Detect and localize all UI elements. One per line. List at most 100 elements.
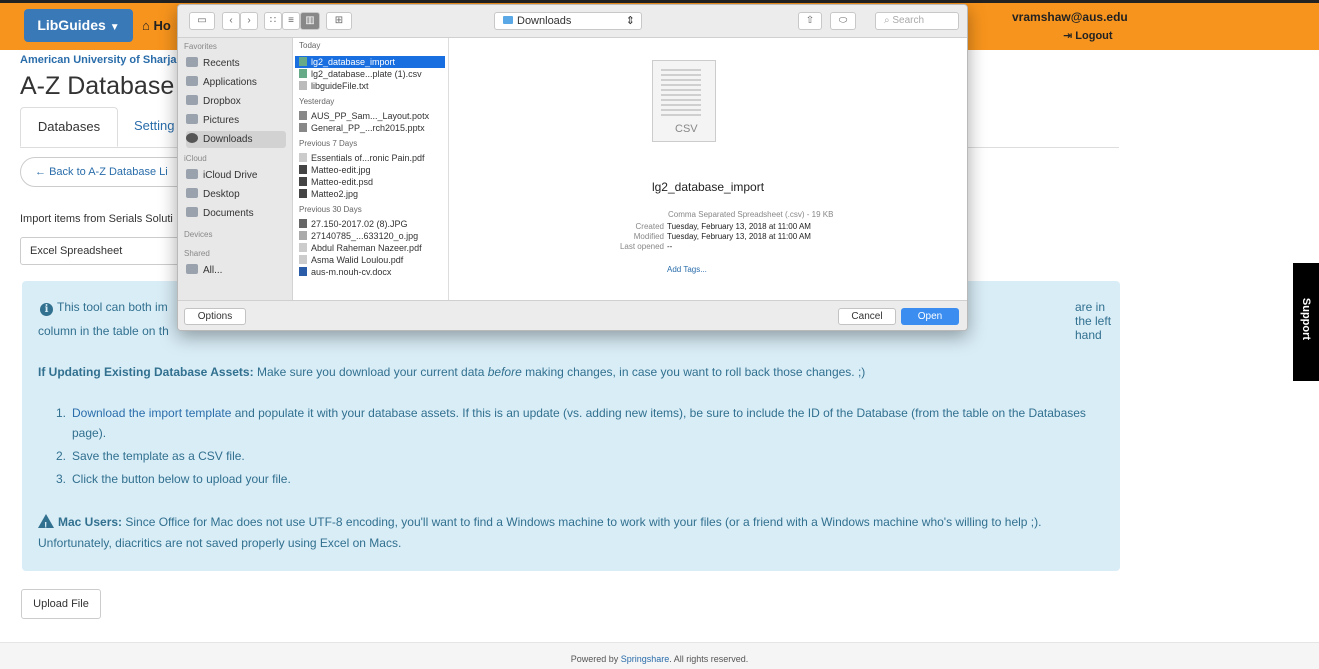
file-item[interactable]: aus-m.nouh-cv.docx [295,266,445,278]
favorites-heading: Favorites [184,42,217,51]
warning-icon: ! [38,514,54,532]
last-opened-value: -- [667,242,673,251]
open-button[interactable]: Open [901,308,959,325]
document-icon [299,111,307,120]
sidebar-item-label: All... [203,265,223,276]
step-number: 3. [56,472,67,486]
spreadsheet-icon [299,57,307,66]
search-input[interactable]: ⌕ Search [875,12,959,30]
clock-icon [186,57,198,67]
applications-icon [186,76,198,86]
file-item[interactable]: Matteo2.jpg [295,188,445,200]
upload-file-button[interactable]: Upload File [21,589,101,619]
modified-row: Modified Tuesday, February 13, 2018 at 11… [449,232,967,242]
add-tags-link[interactable]: Add Tags... [667,265,707,274]
update-text-b: making changes, in case you want to roll… [521,365,866,379]
column-view-icon[interactable]: ▥ [300,12,320,30]
logout-label: Logout [1075,30,1113,42]
image-icon [299,219,307,228]
file-label: lg2_database_import [311,57,396,67]
import-label: Import items from Serials Soluti [20,213,173,225]
modified-value: Tuesday, February 13, 2018 at 11:00 AM [667,232,811,241]
file-item[interactable]: Asma Walid Loulou.pdf [295,254,445,266]
support-label: Support [1300,297,1312,341]
file-label: General_PP_...rch2015.pptx [311,123,425,133]
group-heading: Today [299,41,321,50]
support-tab[interactable]: Support [1293,263,1319,381]
info-icon: i [40,303,53,316]
file-label: Matteo-edit.jpg [311,165,371,175]
sidebar-item-dropbox[interactable]: Dropbox [186,93,286,110]
file-label: libguideFile.txt [311,81,369,91]
home-label: Ho [153,18,171,33]
text-file-icon [299,81,307,90]
forward-icon[interactable]: › [240,12,258,30]
sidebar-item-documents[interactable]: Documents [186,205,286,222]
file-item[interactable]: 27.150-2017.02 (8).JPG [295,218,445,230]
file-item[interactable]: Matteo-edit.psd [295,176,445,188]
sidebar-toggle-icon[interactable]: ▭ [189,12,215,30]
download-template-link[interactable]: Download the import template [72,406,231,420]
gallery-view-icon[interactable]: ⊞ [326,12,352,30]
file-item[interactable]: libguideFile.txt [295,80,445,92]
pdf-icon [299,153,307,162]
file-open-dialog: ▭ ‹ › ∷ ≡ ▥ ⊞ Downloads ⇕ ⇧ ⬭ ⌕ Search Fa… [177,4,968,331]
file-item[interactable]: General_PP_...rch2015.pptx [295,122,445,134]
csv-file-icon: CSV [652,60,716,142]
sidebar-item-downloads[interactable]: Downloads [186,131,286,148]
file-label: AUS_PP_Sam..._Layout.potx [311,111,430,121]
options-button[interactable]: Options [184,308,246,325]
folder-icon [503,16,513,24]
mac-paragraph: ! Mac Users: Since Office for Mac does no… [38,512,1108,554]
tab-databases[interactable]: Databases [20,107,118,147]
brand-label: LibGuides [37,17,106,33]
file-item[interactable]: 27140785_...633120_o.jpg [295,230,445,242]
steps-list: 1. Download the import template and popul… [38,403,1108,492]
spreadsheet-icon [299,69,307,78]
folder-popup[interactable]: Downloads ⇕ [494,12,642,30]
file-item-selected[interactable]: lg2_database_import [295,56,445,68]
image-icon [299,165,307,174]
sidebar-item-label: iCloud Drive [203,170,258,181]
springshare-link[interactable]: Springshare [621,654,670,664]
footer-suffix: . All rights reserved. [669,654,749,664]
sidebar-item-applications[interactable]: Applications [186,74,286,91]
home-link[interactable]: ⌂ Ho [142,18,171,33]
share-icon[interactable]: ⇧ [798,12,822,30]
image-icon [299,231,307,240]
logout-link[interactable]: ⇥ Logout [1063,29,1113,42]
caret-down-icon: ▼ [109,22,120,33]
libguides-menu-button[interactable]: LibGuides ▼ [24,9,133,42]
file-item[interactable]: Essentials of...ronic Pain.pdf [295,152,445,164]
list-item: 1. Download the import template and popul… [38,403,1108,443]
sidebar-item-icloud-drive[interactable]: iCloud Drive [186,167,286,184]
site-name-link[interactable]: American University of Sharjah [20,54,183,66]
network-icon [186,264,198,274]
sidebar-item-all[interactable]: All... [186,262,286,279]
pictures-icon [186,114,198,124]
user-email[interactable]: vramshaw@aus.edu [1012,10,1128,24]
list-view-icon[interactable]: ≡ [282,12,300,30]
back-icon[interactable]: ‹ [222,12,240,30]
sidebar-item-pictures[interactable]: Pictures [186,112,286,129]
folder-icon [186,95,198,105]
tag-icon[interactable]: ⬭ [830,12,856,30]
sidebar-item-recents[interactable]: Recents [186,55,286,72]
icon-view-icon[interactable]: ∷ [264,12,282,30]
file-item[interactable]: Matteo-edit.jpg [295,164,445,176]
sidebar-item-label: Downloads [203,134,253,145]
info-line-1-text: This tool can both im [57,300,168,314]
cloud-icon [186,169,198,179]
window-edge [0,0,1319,3]
step-text: Save the template as a CSV file. [72,449,245,463]
file-item[interactable]: Abdul Raheman Nazeer.pdf [295,242,445,254]
file-item[interactable]: AUS_PP_Sam..._Layout.potx [295,110,445,122]
created-row: Created Tuesday, February 13, 2018 at 11:… [449,222,967,232]
search-icon: ⌕ [884,15,890,26]
folder-label: Downloads [517,15,572,27]
cancel-button[interactable]: Cancel [838,308,896,325]
info-line-2: column in the table on th [38,324,169,338]
sidebar-item-desktop[interactable]: Desktop [186,186,286,203]
file-item[interactable]: lg2_database...plate (1).csv [295,68,445,80]
back-to-az-button[interactable]: ← Back to A-Z Database Li [20,157,200,187]
